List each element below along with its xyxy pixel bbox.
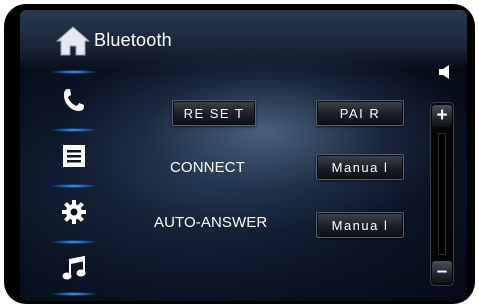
list-icon bbox=[63, 145, 85, 167]
sidebar bbox=[48, 70, 100, 296]
volume-track bbox=[438, 133, 446, 255]
screen: Bluetooth RE SE T PAI R CONNECT Manua l … bbox=[20, 10, 467, 301]
volume-slider[interactable]: + – bbox=[430, 102, 454, 286]
music-note-icon bbox=[62, 256, 86, 280]
home-icon[interactable] bbox=[56, 26, 90, 56]
volume-up-button[interactable]: + bbox=[432, 105, 452, 127]
page-title: Bluetooth bbox=[94, 30, 172, 50]
volume-down-button[interactable]: – bbox=[432, 261, 452, 283]
connect-mode-button[interactable]: Manua l bbox=[316, 154, 404, 180]
sidebar-item-settings[interactable] bbox=[48, 188, 100, 240]
speaker-icon bbox=[439, 65, 449, 79]
pair-button[interactable]: PAI R bbox=[316, 100, 404, 126]
gear-icon bbox=[62, 200, 86, 224]
sidebar-item-music[interactable] bbox=[48, 244, 100, 296]
auto-answer-label: AUTO-ANSWER bbox=[154, 214, 268, 231]
connect-label: CONNECT bbox=[170, 159, 245, 176]
auto-answer-mode-button[interactable]: Manua l bbox=[316, 212, 404, 238]
reset-button[interactable]: RE SE T bbox=[172, 100, 256, 126]
sidebar-divider bbox=[50, 292, 98, 296]
sidebar-item-list[interactable] bbox=[48, 132, 100, 184]
sidebar-divider bbox=[50, 70, 98, 74]
phone-icon bbox=[64, 89, 84, 111]
sidebar-item-phone[interactable] bbox=[48, 76, 100, 128]
